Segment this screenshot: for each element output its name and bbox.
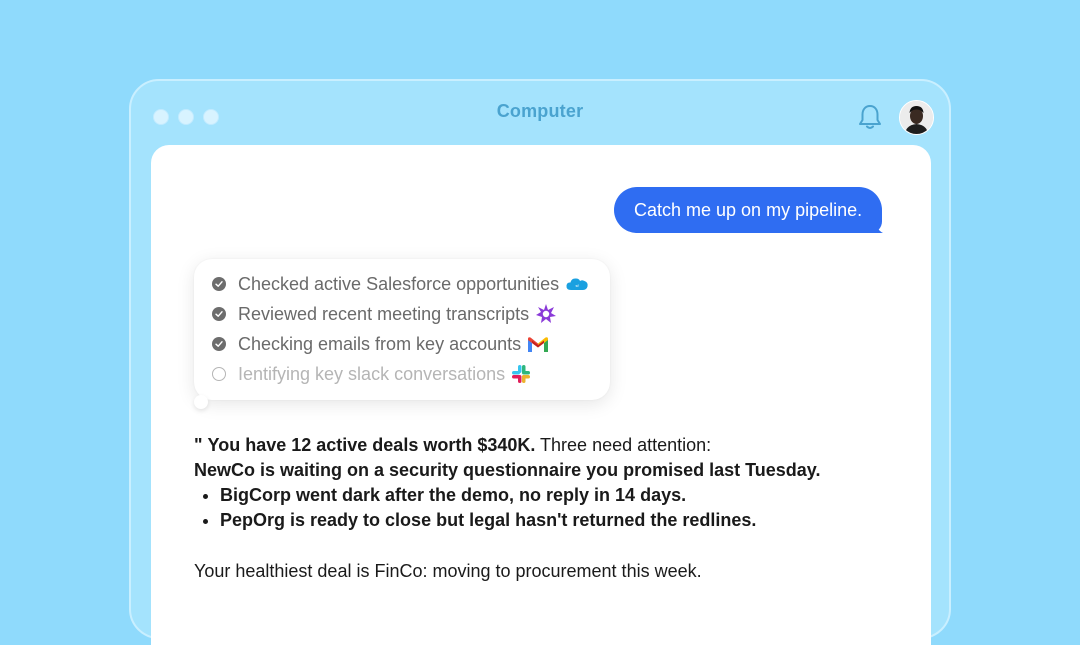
task-label: Checked active Salesforce opportunities xyxy=(238,273,560,294)
salesforce-icon: sf xyxy=(565,276,589,292)
check-icon xyxy=(212,307,226,321)
window-title: Computer xyxy=(496,101,584,121)
task-item: Ientifying key slack conversations xyxy=(212,362,531,386)
task-item: Reviewed recent meeting transcripts xyxy=(212,302,557,326)
gong-icon xyxy=(535,303,557,325)
user-message-bubble: Catch me up on my pipeline. xyxy=(614,187,883,233)
response-summary: You have 12 active deals worth $340K. xyxy=(207,435,536,455)
response-lead-line: " You have 12 active deals worth $340K. T… xyxy=(194,433,894,458)
user-bubble-tail xyxy=(869,217,883,233)
list-item: PepOrg is ready to close but legal hasn'… xyxy=(220,508,894,533)
response-summary-rest: Three need attention: xyxy=(535,435,712,455)
app-window: Computer Catch me up on my pipeline. Che… xyxy=(129,79,951,645)
task-item: Checked active Salesforce opportunities … xyxy=(212,272,589,296)
gmail-icon xyxy=(527,336,549,353)
response-bullet-list: BigCorp went dark after the demo, no rep… xyxy=(194,483,894,533)
task-card-tail xyxy=(194,395,208,409)
task-progress-card: Checked active Salesforce opportunities … xyxy=(194,259,610,400)
response-closing: Your healthiest deal is FinCo: moving to… xyxy=(194,561,702,581)
user-avatar[interactable] xyxy=(899,100,934,135)
task-label: Ientifying key slack conversations xyxy=(238,363,506,384)
avatar-image xyxy=(900,101,933,134)
chat-panel: Catch me up on my pipeline. Checked acti… xyxy=(151,145,931,645)
check-icon xyxy=(212,337,226,351)
slack-icon xyxy=(511,364,531,384)
task-label: Checking emails from key accounts xyxy=(238,333,522,354)
response-line-newco: NewCo is waiting on a security questionn… xyxy=(194,460,821,480)
quote-mark: " xyxy=(194,435,202,455)
task-label: Reviewed recent meeting transcripts xyxy=(238,303,530,324)
check-icon xyxy=(212,277,226,291)
list-item: BigCorp went dark after the demo, no rep… xyxy=(220,483,894,508)
user-message-text: Catch me up on my pipeline. xyxy=(634,199,863,220)
task-item: Checking emails from key accounts xyxy=(212,332,549,356)
pending-circle-icon xyxy=(212,367,226,381)
bell-icon[interactable] xyxy=(857,103,883,131)
assistant-response: " You have 12 active deals worth $340K. T… xyxy=(194,433,894,584)
